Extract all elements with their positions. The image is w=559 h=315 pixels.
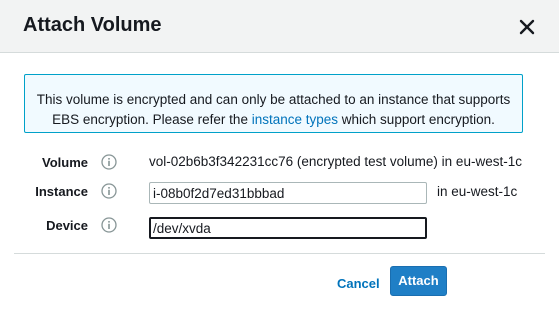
footer-divider xyxy=(14,253,545,254)
instance-label: Instance xyxy=(35,184,88,199)
device-input[interactable] xyxy=(149,217,427,239)
dialog-title: Attach Volume xyxy=(23,14,162,36)
notice-line-2-suffix: which support encryption. xyxy=(341,112,495,127)
instance-input[interactable] xyxy=(149,182,427,204)
info-icon[interactable] xyxy=(101,154,117,170)
cancel-button[interactable]: Cancel xyxy=(337,276,380,291)
instance-types-link[interactable]: instance types xyxy=(252,112,338,127)
volume-value: vol-02b6b3f342231cc76 (encrypted test vo… xyxy=(149,154,522,169)
info-icon[interactable] xyxy=(101,217,117,233)
notice-line-2-prefix: EBS encryption. Please refer the xyxy=(52,112,248,127)
device-label: Device xyxy=(46,218,88,233)
notice-line-1: This volume is encrypted and can only be… xyxy=(36,92,511,107)
attach-button[interactable]: Attach xyxy=(390,266,447,296)
attach-volume-dialog: Attach Volume This volume is encrypted a… xyxy=(0,0,559,315)
encryption-notice: This volume is encrypted and can only be… xyxy=(24,74,523,133)
dialog-header: Attach Volume xyxy=(0,0,559,53)
info-icon[interactable] xyxy=(101,183,117,199)
volume-label: Volume xyxy=(42,155,88,170)
notice-line-2: EBS encryption. Please refer the instanc… xyxy=(25,112,522,127)
close-icon[interactable] xyxy=(516,16,538,38)
instance-region-suffix: in eu-west-1c xyxy=(437,184,518,199)
